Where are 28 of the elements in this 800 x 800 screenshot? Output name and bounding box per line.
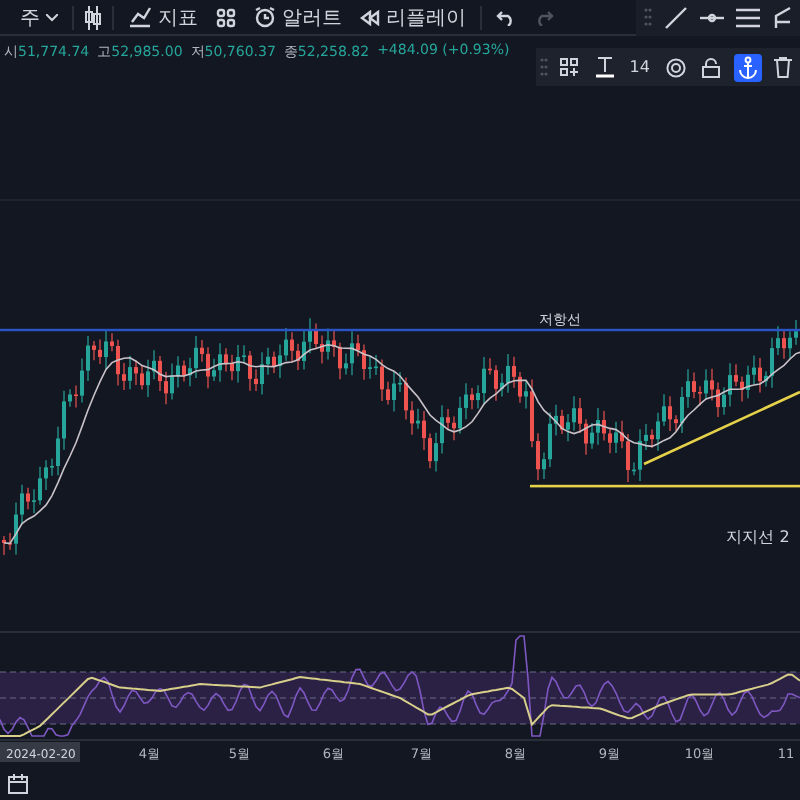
trend-line[interactable] (643, 390, 800, 466)
redo-icon (534, 9, 554, 25)
anchor-button[interactable] (733, 53, 762, 81)
parallel-lines-icon[interactable] (736, 5, 760, 29)
chart-icon (128, 6, 152, 28)
font-size-button[interactable]: 14 (625, 56, 654, 78)
drag-handle-icon[interactable] (540, 58, 549, 76)
alarm-clock-icon (254, 6, 276, 28)
replay-button[interactable]: 리플레이 (356, 1, 470, 33)
alert-button[interactable]: 알러트 (250, 1, 346, 33)
grid-icon (216, 7, 236, 27)
templates-button[interactable] (556, 56, 583, 78)
lock-button[interactable] (698, 55, 725, 79)
target-icon[interactable] (662, 55, 691, 79)
text-color-button[interactable] (591, 54, 618, 80)
caret-icon (46, 13, 58, 21)
calendar-icon[interactable] (8, 774, 28, 794)
undo-icon (496, 9, 516, 25)
line-label: 지지선 2 (726, 528, 790, 546)
indicators-button[interactable]: 지표 (124, 1, 202, 33)
delete-button[interactable] (769, 54, 796, 80)
timeframe-dropdown[interactable]: 주 (16, 1, 62, 33)
support-line[interactable] (530, 484, 800, 488)
candlestick-icon[interactable] (84, 5, 102, 29)
trend-line-icon[interactable] (664, 5, 688, 29)
resistance-line[interactable] (0, 328, 800, 332)
rewind-icon (360, 9, 380, 25)
horizontal-line-icon[interactable] (700, 11, 724, 23)
